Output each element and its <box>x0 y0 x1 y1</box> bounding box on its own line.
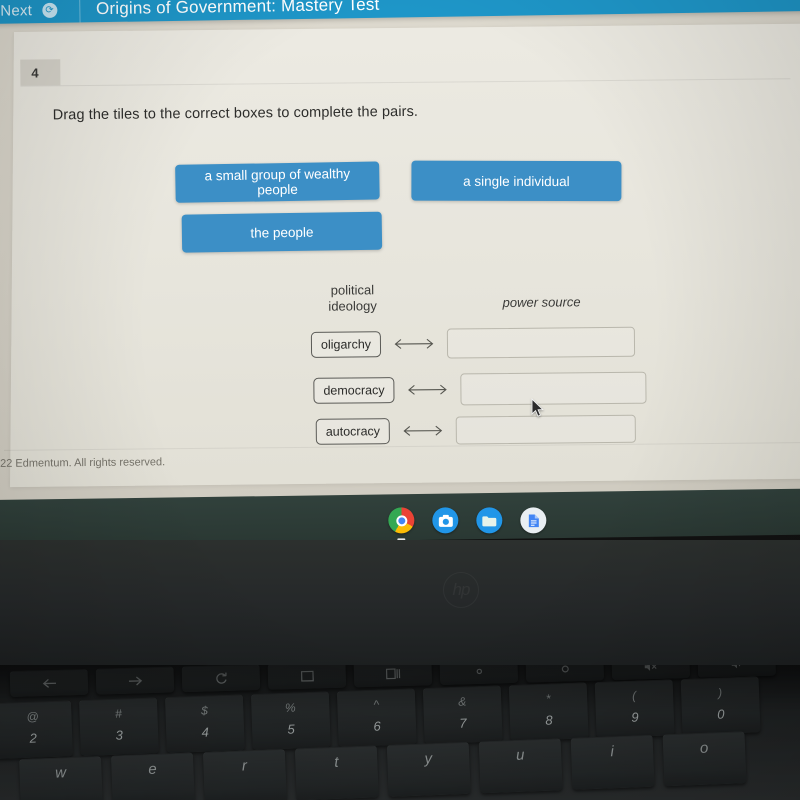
column-header-political-ideology: political ideology <box>322 282 382 315</box>
circular-arrow-icon[interactable]: ⟳ <box>41 2 58 18</box>
mute-icon[interactable] <box>611 665 691 681</box>
key-8[interactable]: * 8 <box>508 682 589 741</box>
key-digit: 9 <box>631 709 639 725</box>
key-r[interactable]: r <box>202 748 287 800</box>
key-e[interactable]: e <box>110 752 195 800</box>
drop-target[interactable] <box>446 326 636 359</box>
key-symbol: @ <box>26 709 39 724</box>
key-symbol: ) <box>717 685 723 700</box>
refresh-icon[interactable] <box>181 665 261 693</box>
mouse-cursor <box>531 397 545 418</box>
key-4[interactable]: $ 4 <box>164 694 245 753</box>
column-header-line2: ideology <box>328 298 377 314</box>
key-symbol: % <box>284 700 296 715</box>
question-content: 4 Drag the tiles to the correct boxes to… <box>0 30 800 488</box>
double-arrow-icon <box>390 337 438 351</box>
laptop-bezel <box>0 540 800 670</box>
volume-down-icon[interactable] <box>697 665 777 678</box>
column-header-power-source: power source <box>502 294 581 311</box>
key-u[interactable]: u <box>478 738 563 794</box>
key-symbol: # <box>114 706 123 721</box>
overview-icon[interactable] <box>353 665 433 688</box>
key-digit: 4 <box>201 724 210 740</box>
key-digit: 5 <box>287 721 295 737</box>
term-label: oligarchy <box>310 331 382 358</box>
page-title: Origins of Government: Mastery Test <box>95 0 380 19</box>
key-symbol: & <box>458 694 467 709</box>
draggable-tile[interactable]: the people <box>181 211 383 253</box>
key-0[interactable]: ) 0 <box>680 676 761 735</box>
drop-target[interactable] <box>460 371 647 406</box>
key-digit: 2 <box>29 730 38 746</box>
key-digit: 3 <box>115 727 124 743</box>
key-7[interactable]: & 7 <box>422 685 503 744</box>
back-arrow-icon[interactable] <box>9 668 89 697</box>
key-digit: 6 <box>373 718 381 734</box>
drop-target[interactable] <box>455 414 637 445</box>
question-number-badge: 4 <box>20 59 61 86</box>
key-2[interactable]: @ 2 <box>0 700 73 759</box>
key-6[interactable]: ^ 6 <box>336 688 417 747</box>
hp-logo: hp <box>443 572 479 608</box>
key-y[interactable]: y <box>386 741 471 797</box>
draggable-tile[interactable]: a small group of wealthy people <box>175 161 380 203</box>
key-i[interactable]: i <box>570 734 655 790</box>
laptop-photo: Next ⟳ Origins of Government: Mastery Te… <box>0 0 800 800</box>
pair-row: oligarchy <box>310 326 636 360</box>
key-symbol: ( <box>631 688 637 703</box>
double-arrow-icon <box>399 424 447 438</box>
key-w[interactable]: w <box>19 755 103 800</box>
key-9[interactable]: ( 9 <box>594 679 675 738</box>
key-symbol: $ <box>200 703 209 718</box>
key-3[interactable]: # 3 <box>78 697 159 756</box>
key-symbol: * <box>545 691 551 706</box>
forward-arrow-icon[interactable] <box>95 666 175 695</box>
key-5[interactable]: % 5 <box>250 691 331 750</box>
draggable-tile[interactable]: a single individual <box>411 160 622 202</box>
brightness-down-icon[interactable] <box>439 665 519 685</box>
term-label: autocracy <box>315 418 391 445</box>
header-divider <box>78 0 81 24</box>
question-prompt: Drag the tiles to the correct boxes to c… <box>52 103 419 124</box>
content-divider <box>20 78 791 87</box>
docs-icon[interactable] <box>520 507 547 534</box>
chrome-icon[interactable] <box>388 507 415 541</box>
files-icon[interactable] <box>476 507 503 534</box>
camera-icon[interactable] <box>432 507 459 534</box>
laptop-screen: Next ⟳ Origins of Government: Mastery Te… <box>0 0 800 508</box>
pair-row: democracy <box>313 371 647 407</box>
key-digit: 0 <box>716 706 725 722</box>
key-o[interactable]: o <box>662 731 747 787</box>
app-header-bar: Next ⟳ Origins of Government: Mastery Te… <box>0 0 800 24</box>
fullscreen-icon[interactable] <box>267 665 347 690</box>
column-header-line1: political <box>330 282 375 298</box>
key-digit: 8 <box>545 712 553 728</box>
double-arrow-icon <box>403 383 451 397</box>
next-button-label[interactable]: Next <box>0 2 32 19</box>
key-t[interactable]: t <box>294 745 379 800</box>
pair-row: autocracy <box>315 414 637 446</box>
term-label: democracy <box>313 377 395 404</box>
key-symbol: ^ <box>373 697 380 712</box>
key-digit: 7 <box>459 715 467 731</box>
footer-copyright: 22 Edmentum. All rights reserved. <box>0 456 166 470</box>
brightness-up-icon[interactable] <box>525 665 605 683</box>
laptop-keyboard: @ 2 # 3 $ 4 % 5 ^ 6 & 7 * 8 (9) 0 w e … <box>0 665 800 800</box>
